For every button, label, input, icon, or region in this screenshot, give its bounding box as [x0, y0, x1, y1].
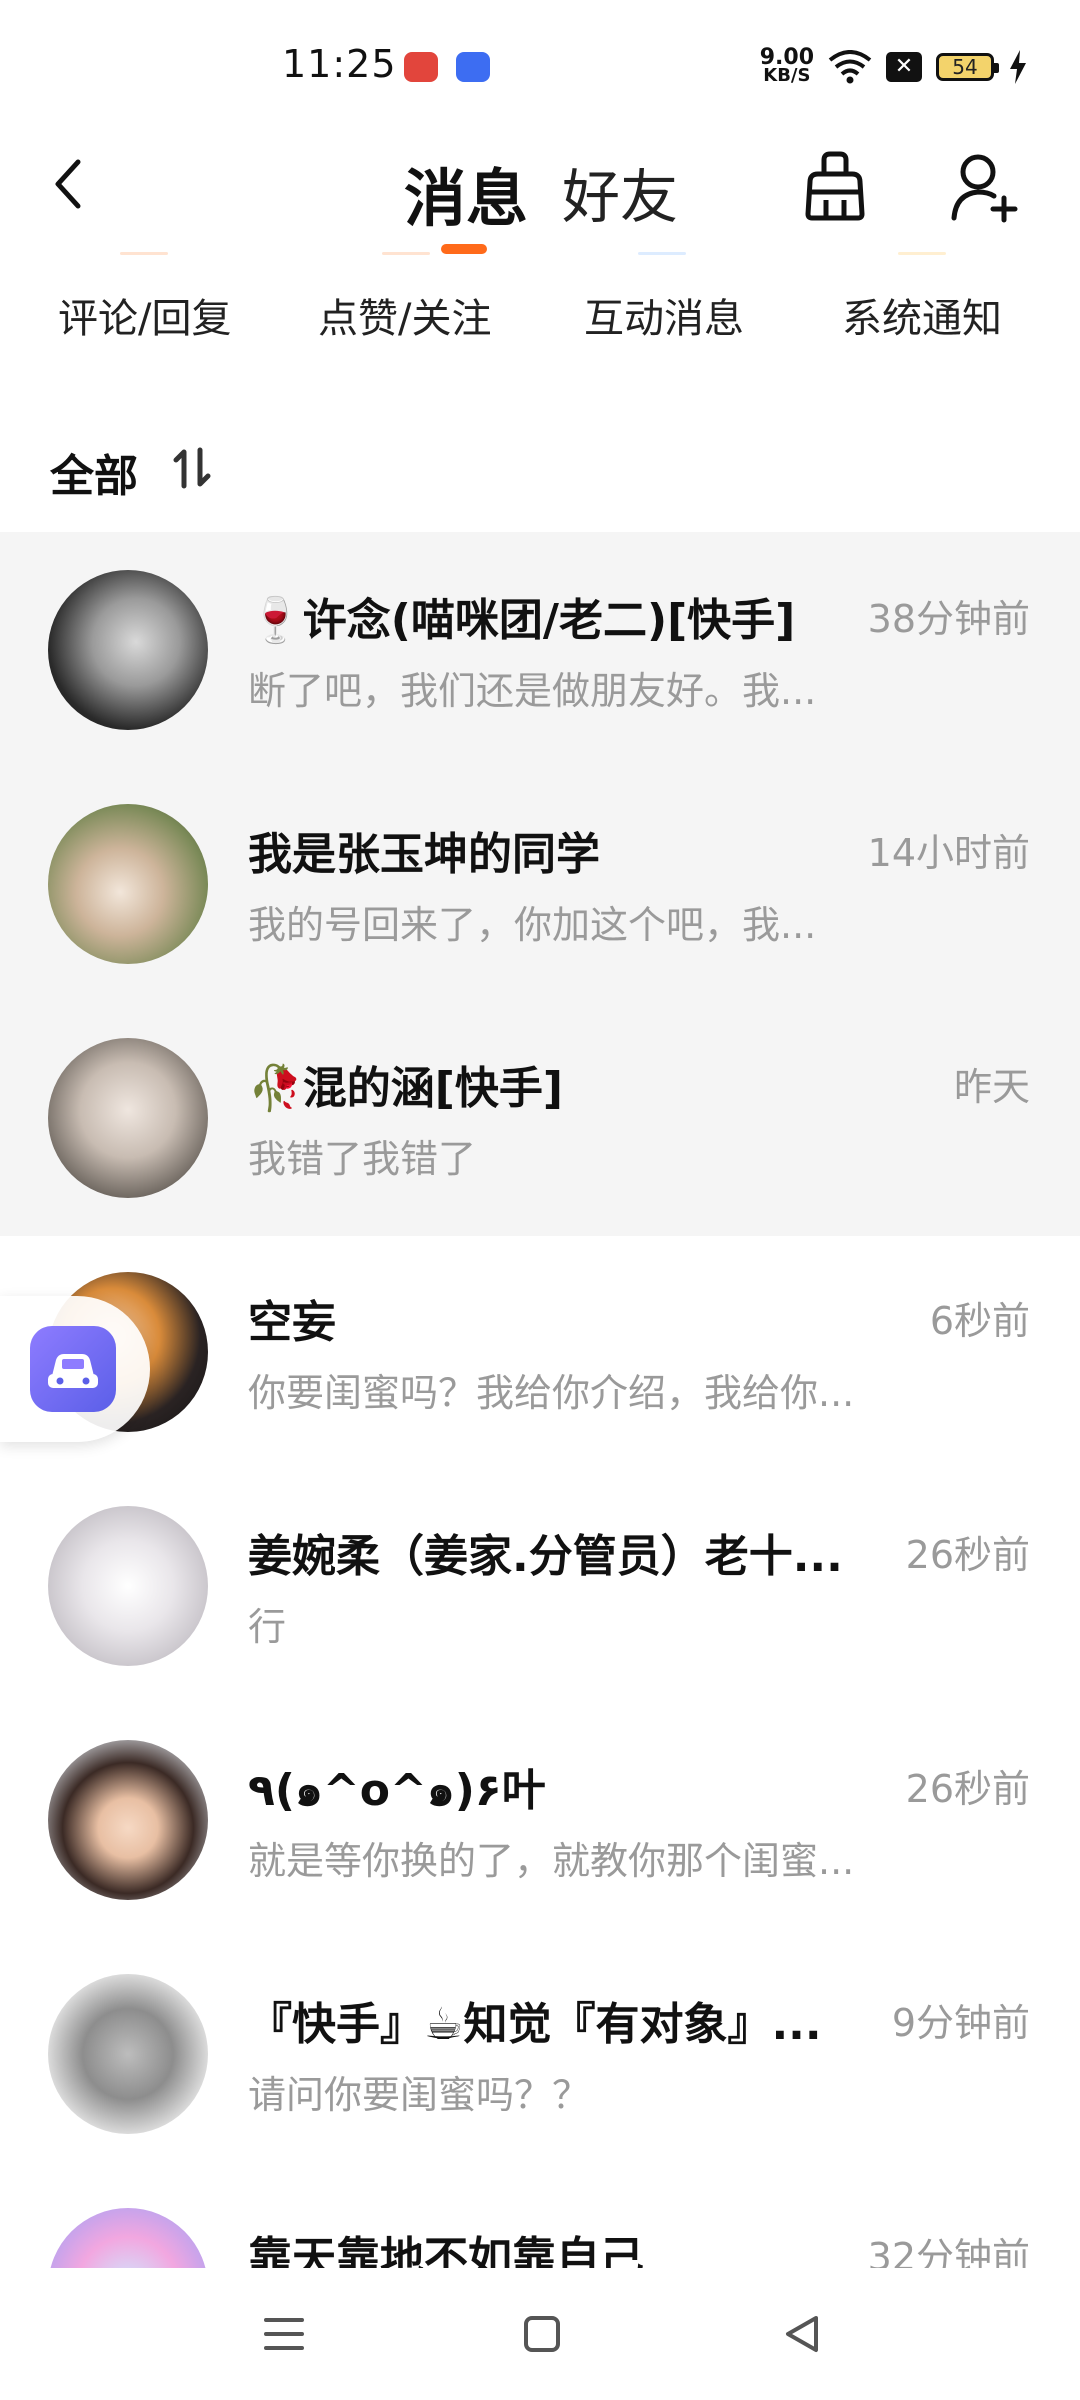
charging-bolt-icon	[1010, 50, 1026, 84]
filter-all[interactable]: 全部	[50, 440, 138, 504]
category-interactions[interactable]: 互动消息	[584, 286, 744, 344]
conversation-name: 🥀混的涵[快手]	[248, 1063, 564, 1114]
baidu-app-icon	[404, 52, 438, 82]
status-indicators: 9.00 KB/S ✕ 54	[760, 44, 1028, 90]
conversation-row[interactable]: 空妄 6秒前 你要闺蜜吗？我给你介绍，我给你...	[0, 1234, 1080, 1468]
avatar	[48, 1506, 208, 1666]
system-nav-bar	[0, 2268, 1080, 2400]
conversation-time: 26秒前	[905, 1533, 1030, 1577]
add-friend-icon[interactable]	[950, 150, 1020, 224]
conversation-name: 姜婉柔（姜家.分管员）老十...	[248, 1531, 843, 1582]
status-time: 11:25	[282, 42, 397, 86]
conversation-name: ٩(๑^o^๑)۶叶	[248, 1765, 546, 1816]
back-triangle-icon[interactable]	[776, 2308, 828, 2360]
avatar	[48, 2208, 208, 2268]
battery-level: 54	[952, 55, 978, 79]
category-system-notices[interactable]: 系统通知	[842, 286, 1002, 344]
avatar	[48, 1974, 208, 2134]
network-speed: 9.00 KB/S	[759, 45, 814, 86]
sort-icon[interactable]	[170, 446, 214, 490]
conversation-row[interactable]: 我是张玉坤的同学 14小时前 我的号回来了，你加这个吧，我...	[0, 766, 1080, 1000]
conversation-time: 14小时前	[867, 831, 1030, 875]
conversation-preview: 我的号回来了，你加这个吧，我...	[248, 903, 817, 947]
car-assistant-icon	[30, 1326, 116, 1412]
conversation-row[interactable]: ٩(๑^o^๑)۶叶 26秒前 就是等你换的了，就教你那个闺蜜...	[0, 1702, 1080, 1936]
conversation-preview: 行	[248, 1605, 287, 1649]
conversation-time: 6秒前	[929, 1299, 1030, 1343]
avatar	[48, 1038, 208, 1198]
conversation-name: 🍷许念(喵咪团/老二)[快手]	[248, 595, 796, 646]
home-square-icon[interactable]	[516, 2308, 568, 2360]
battery-icon: 54	[936, 53, 999, 81]
conversation-name: 『快手』☕知觉『有对象』...	[248, 1999, 822, 2050]
conversation-time: 32分钟前	[867, 2235, 1030, 2268]
conversation-time: 昨天	[953, 1065, 1030, 1109]
tab-messages[interactable]: 消息	[404, 148, 528, 238]
avatar	[48, 570, 208, 730]
conversation-time: 26秒前	[905, 1767, 1030, 1811]
conversation-time: 38分钟前	[867, 597, 1030, 641]
conversation-name: 我是张玉坤的同学	[248, 829, 600, 880]
broom-clean-icon[interactable]	[800, 148, 870, 222]
baidu-paw-icon	[456, 52, 490, 82]
conversation-name: 靠天靠地不如靠自己	[248, 2233, 644, 2268]
conversation-row[interactable]: 靠天靠地不如靠自己 32分钟前	[0, 2170, 1080, 2268]
conversation-time: 9分钟前	[891, 2001, 1030, 2045]
category-decor	[638, 252, 686, 255]
conversation-row[interactable]: 姜婉柔（姜家.分管员）老十... 26秒前 行	[0, 1468, 1080, 1702]
conversation-name: 空妄	[248, 1297, 336, 1348]
active-tab-indicator	[441, 244, 487, 254]
category-comments-replies[interactable]: 评论/回复	[58, 286, 231, 344]
category-decor	[120, 252, 168, 255]
conversation-row[interactable]: 🍷许念(喵咪团/老二)[快手] 38分钟前 断了吧，我们还是做朋友好。我...	[0, 532, 1080, 766]
no-sim-icon: ✕	[886, 52, 922, 82]
conversation-preview: 断了吧，我们还是做朋友好。我...	[248, 669, 817, 713]
category-likes-follows[interactable]: 点赞/关注	[318, 286, 491, 344]
tab-friends[interactable]: 好友	[562, 150, 678, 234]
floating-assistant-button[interactable]	[0, 1296, 150, 1442]
conversation-preview: 就是等你换的了，就教你那个闺蜜...	[248, 1839, 855, 1883]
avatar	[48, 1740, 208, 1900]
conversation-preview: 请问你要闺蜜吗？？	[248, 2073, 591, 2117]
avatar	[48, 804, 208, 964]
conversation-preview: 我错了我错了	[248, 1137, 477, 1181]
wifi-icon	[828, 50, 872, 84]
conversation-row[interactable]: 🥀混的涵[快手] 昨天 我错了我错了	[0, 1000, 1080, 1234]
conversation-preview: 你要闺蜜吗？我给你介绍，我给你...	[248, 1371, 855, 1415]
menu-icon[interactable]	[258, 2308, 310, 2360]
conversation-row[interactable]: 『快手』☕知觉『有对象』... 9分钟前 请问你要闺蜜吗？？	[0, 1936, 1080, 2170]
back-arrow-icon[interactable]	[48, 156, 88, 212]
status-bar: 11:25 9.00 KB/S ✕ 54	[0, 0, 1080, 130]
category-decor	[898, 252, 946, 255]
category-decor	[382, 252, 430, 255]
